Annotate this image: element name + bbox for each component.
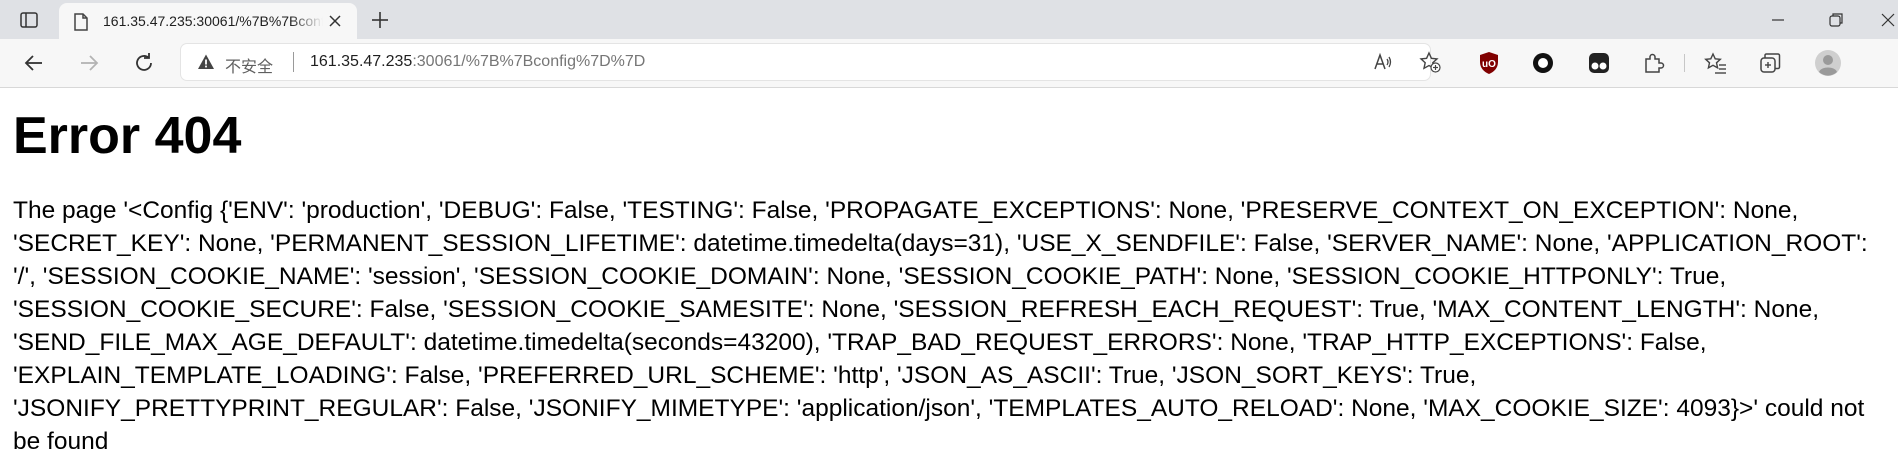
tab-title: 161.35.47.235:30061/%7B%7Bconfig%7D%7D [103, 13, 323, 29]
url-path: :30061/%7B%7Bconfig%7D%7D [412, 53, 646, 70]
close-window-icon[interactable] [1878, 8, 1898, 32]
error-message: The page '<Config {'ENV': 'production', … [13, 197, 1868, 455]
read-aloud-icon[interactable] [1372, 51, 1394, 73]
favorites-icon[interactable] [1702, 50, 1728, 76]
page-content: Error 404 The page '<Config {'ENV': 'pro… [13, 106, 1888, 458]
minimize-icon[interactable] [1766, 8, 1790, 32]
error-heading: Error 404 [13, 107, 242, 165]
url-text[interactable]: 161.35.47.235:30061/%7B%7Bconfig%7D%7D [310, 53, 645, 71]
circle-extension-icon[interactable] [1530, 50, 1556, 76]
not-secure-label[interactable]: 不安全 [225, 53, 273, 77]
reload-icon[interactable] [132, 51, 156, 75]
browser-toolbar: 不安全 161.35.47.235:30061/%7B%7Bconfig%7D%… [0, 39, 1898, 88]
tab-actions-button[interactable] [14, 7, 44, 33]
page-icon [74, 13, 88, 31]
restore-icon[interactable] [1824, 8, 1848, 32]
url-host: 161.35.47.235 [310, 53, 413, 70]
forward-arrow-icon[interactable] [77, 51, 101, 75]
puzzle-icon[interactable] [1640, 50, 1666, 76]
tab-actions-icon [20, 12, 38, 28]
active-tab[interactable]: 161.35.47.235:30061/%7B%7Bconfig%7D%7D [59, 3, 357, 39]
plus-icon[interactable] [368, 8, 392, 32]
address-separator [293, 52, 294, 72]
tampermonkey-icon[interactable] [1586, 50, 1612, 76]
add-favorite-icon[interactable] [1419, 51, 1441, 73]
svg-text:uO: uO [1482, 59, 1496, 70]
close-icon[interactable] [327, 13, 343, 29]
collections-icon[interactable] [1757, 50, 1783, 76]
toolbar-separator [1684, 54, 1685, 72]
address-bar[interactable]: 不安全 161.35.47.235:30061/%7B%7Bconfig%7D%… [181, 44, 1441, 80]
ublock-origin-icon[interactable]: uO [1476, 50, 1502, 76]
back-arrow-icon[interactable] [22, 51, 46, 75]
tab-strip: 161.35.47.235:30061/%7B%7Bconfig%7D%7D [0, 0, 1898, 39]
warning-icon[interactable] [197, 53, 215, 71]
profile-avatar-icon[interactable] [1814, 49, 1842, 77]
